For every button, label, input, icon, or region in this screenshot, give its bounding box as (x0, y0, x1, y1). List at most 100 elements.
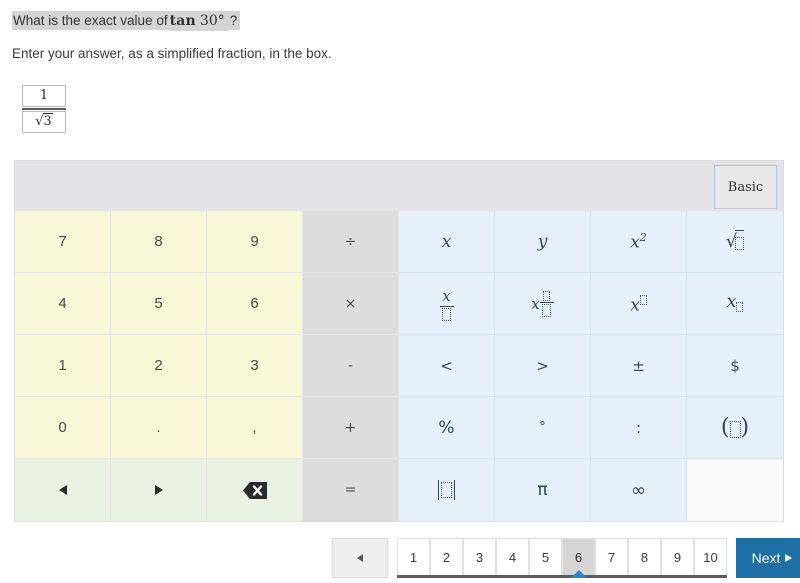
key-label: × (344, 295, 357, 312)
key-0[interactable]: 0 (15, 397, 111, 459)
key-equals[interactable]: = (303, 459, 399, 521)
key-variable-y[interactable]: y (495, 211, 591, 273)
page-9[interactable]: 9 (661, 538, 694, 575)
subscript-icon: x (727, 292, 744, 315)
key-label: = (344, 482, 357, 498)
key-label: + (344, 419, 357, 436)
absolute-value-icon (438, 480, 455, 500)
page-4[interactable]: 4 (496, 538, 529, 575)
key-label: ° (539, 420, 546, 435)
tab-basic-label: Basic (727, 179, 764, 195)
key-backspace[interactable] (207, 459, 303, 521)
keypad-header: Basic (15, 161, 783, 211)
instruction-text: Enter your answer, as a simplified fract… (12, 46, 332, 61)
arrow-left-icon (357, 554, 363, 562)
key-2[interactable]: 2 (111, 335, 207, 397)
page-6[interactable]: 6 (562, 538, 595, 575)
key-mixed-number[interactable]: x (495, 273, 591, 335)
math-keypad: Basic 7 8 9 ÷ x y x2 √ 4 5 6 × x x x x 1 (14, 160, 784, 522)
key-exponent[interactable]: x (591, 273, 687, 335)
key-label: 1 (58, 357, 67, 374)
key-label: < (440, 356, 453, 375)
pagination-prev-button[interactable] (332, 538, 388, 578)
page-2[interactable]: 2 (430, 538, 463, 575)
key-blank (687, 459, 783, 521)
question-text: What is the exact value of tan 30°? (12, 11, 241, 31)
question-angle: 30° (196, 11, 229, 31)
key-fraction-x-over-box[interactable]: x (399, 273, 495, 335)
key-dollar[interactable]: $ (687, 335, 783, 397)
fraction-bar (22, 108, 66, 110)
radicand: 3 (42, 113, 53, 129)
page-5[interactable]: 5 (529, 538, 562, 575)
key-label: ∞ (631, 479, 646, 501)
key-subscript[interactable]: x (687, 273, 783, 335)
next-button[interactable]: Next (736, 538, 800, 578)
key-percent[interactable]: % (399, 397, 495, 459)
fraction-icon: x (439, 287, 454, 321)
key-label: $ (730, 356, 740, 375)
key-colon[interactable]: : (591, 397, 687, 459)
key-label: ÷ (344, 233, 357, 250)
key-label: 0 (58, 419, 67, 436)
key-divide[interactable]: ÷ (303, 211, 399, 273)
page-8[interactable]: 8 (628, 538, 661, 575)
question-area: What is the exact value of tan 30°? Enter … (0, 0, 800, 61)
key-label: > (536, 356, 549, 375)
arrow-right-icon (154, 485, 163, 495)
key-parentheses[interactable]: () (687, 397, 783, 459)
key-label: 5 (154, 295, 163, 312)
key-label: . (156, 419, 161, 436)
key-multiply[interactable]: × (303, 273, 399, 335)
key-minus[interactable]: - (303, 335, 399, 397)
key-5[interactable]: 5 (111, 273, 207, 335)
key-plus[interactable]: + (303, 397, 399, 459)
key-comma[interactable]: , (207, 397, 303, 459)
key-1[interactable]: 1 (15, 335, 111, 397)
pagination: 1 2 3 4 5 6 7 8 9 10 Next (332, 538, 800, 578)
key-cursor-right[interactable] (111, 459, 207, 521)
question-function: tan (168, 11, 197, 31)
question-mark: ? (228, 11, 241, 30)
fraction-answer[interactable]: 1 √3 (22, 85, 66, 133)
key-greater-than[interactable]: > (495, 335, 591, 397)
page-1[interactable]: 1 (397, 538, 430, 575)
key-cursor-left[interactable] (15, 459, 111, 521)
key-pi[interactable]: π (495, 459, 591, 521)
key-label: ± (632, 356, 645, 375)
square-root-icon: √ (726, 230, 745, 253)
fraction-denominator[interactable]: √3 (22, 111, 66, 133)
key-label: 4 (58, 295, 67, 312)
page-10[interactable]: 10 (694, 538, 727, 575)
key-variable-x[interactable]: x (399, 211, 495, 273)
backspace-icon (242, 481, 267, 499)
key-plus-minus[interactable]: ± (591, 335, 687, 397)
exponent-icon: x (630, 292, 647, 315)
key-absolute-value[interactable] (399, 459, 495, 521)
key-9[interactable]: 9 (207, 211, 303, 273)
key-label: % (438, 417, 455, 438)
key-label: 8 (154, 233, 163, 250)
key-less-than[interactable]: < (399, 335, 495, 397)
key-label: y (537, 231, 548, 252)
key-4[interactable]: 4 (15, 273, 111, 335)
key-x-squared[interactable]: x2 (591, 211, 687, 273)
page-7[interactable]: 7 (595, 538, 628, 575)
key-label: 9 (250, 233, 259, 250)
key-7[interactable]: 7 (15, 211, 111, 273)
radical-icon: √3 (35, 113, 53, 129)
key-decimal-point[interactable]: . (111, 397, 207, 459)
answer-input-field[interactable]: 1 √3 (22, 85, 66, 133)
page-3[interactable]: 3 (463, 538, 496, 575)
key-degree[interactable]: ° (495, 397, 591, 459)
key-8[interactable]: 8 (111, 211, 207, 273)
key-infinity[interactable]: ∞ (591, 459, 687, 521)
tab-basic[interactable]: Basic (714, 165, 777, 209)
key-square-root[interactable]: √ (687, 211, 783, 273)
key-3[interactable]: 3 (207, 335, 303, 397)
key-label: x (441, 231, 452, 252)
fraction-numerator[interactable]: 1 (22, 85, 66, 107)
key-label: 3 (250, 357, 259, 374)
key-6[interactable]: 6 (207, 273, 303, 335)
key-label: 6 (250, 295, 259, 312)
